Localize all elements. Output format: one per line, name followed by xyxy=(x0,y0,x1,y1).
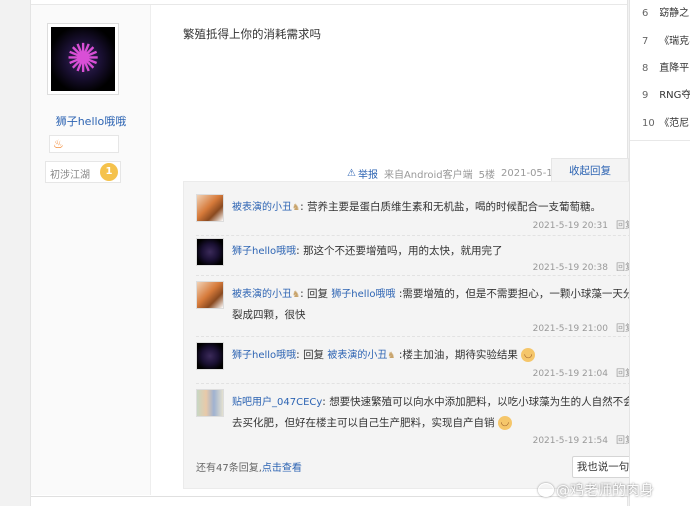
hot-topic-item[interactable]: 10 《范尼 xyxy=(642,114,689,129)
hot-topic-rank: 9 xyxy=(642,90,649,101)
sub-reply-item: 狮子hello哦哦: 那这个不还要增殖吗，用的太快，就用完了 2021-5-19… xyxy=(196,238,636,274)
reply-username[interactable]: 狮子hello哦哦 xyxy=(232,246,296,257)
level-flame-icon: ♨ xyxy=(53,137,64,151)
hot-topics-sidebar: 6 窈静之 7 《瑞克与 8 直降平 9 RNG夺 10 《范尼 xyxy=(629,0,690,506)
sub-reply-body: 狮子hello哦哦: 回复 被表演的小丑♞ :楼主加油，期待实验结果 ◡ xyxy=(232,345,634,366)
reply-text: :楼主加油，期待实验结果 xyxy=(398,349,518,361)
hot-topic-title: 窈静之 xyxy=(659,8,690,19)
member-icon: ♞ xyxy=(387,351,396,361)
warning-icon: ⚠ xyxy=(347,168,356,179)
reply-time: 2021-5-19 21:54 xyxy=(532,436,608,446)
collapse-replies-button[interactable]: 收起回复 xyxy=(551,158,629,182)
sub-reply-body: 被表演的小丑♞: 营养主要是蛋白质维生素和无机盐，喝的时候配合一支葡萄糖。 xyxy=(232,201,601,213)
avatar[interactable] xyxy=(196,342,224,370)
reply-meta: 2021-5-19 21:00 回复 xyxy=(533,321,634,334)
post-content: 繁殖抵得上你的消耗需求吗 xyxy=(183,27,321,41)
avatar[interactable] xyxy=(196,194,224,222)
divider xyxy=(196,235,636,236)
sub-reply-item: 被表演的小丑♞: 回复 狮子hello哦哦 :需要增殖的，但是不需要担心，一颗小… xyxy=(196,281,636,337)
reply-prefix: 回复 xyxy=(303,349,325,361)
sub-reply-item: 被表演的小丑♞: 营养主要是蛋白质维生素和无机盐，喝的时候配合一支葡萄糖。 20… xyxy=(196,194,636,234)
reply-time: 2021-5-19 20:38 xyxy=(532,263,608,273)
reply-username[interactable]: 被表演的小丑 xyxy=(232,202,292,213)
sub-replies-panel: 被表演的小丑♞: 营养主要是蛋白质维生素和无机盐，喝的时候配合一支葡萄糖。 20… xyxy=(183,181,645,489)
hot-topic-item[interactable]: 9 RNG夺 xyxy=(642,86,690,101)
rank-title: 初涉江湖 xyxy=(50,170,90,181)
report-link[interactable]: ⚠ 举报 xyxy=(347,166,378,181)
reply-meta: 2021-5-19 21:54 回复 xyxy=(533,433,634,446)
sub-reply-body: 被表演的小丑♞: 回复 狮子hello哦哦 :需要增殖的，但是不需要担心，一颗小… xyxy=(232,288,634,321)
smile-emoji-icon: ◡ xyxy=(497,416,512,430)
hot-topic-title: RNG夺 xyxy=(659,90,690,101)
divider xyxy=(630,140,690,141)
reply-username[interactable]: 贴吧用户_047CECy xyxy=(232,397,322,408)
sub-reply-item: 贴吧用户_047CECy: 想要快速繁殖可以向水中添加肥料，以吃小球藻为生的人自… xyxy=(196,389,636,447)
reply-target-username[interactable]: 狮子hello哦哦 xyxy=(331,289,395,300)
level-bar[interactable]: ♨ xyxy=(49,135,119,153)
watermark: @鸡老师的肉身 xyxy=(538,480,654,500)
avatar[interactable] xyxy=(196,389,224,417)
hot-topic-item[interactable]: 6 窈静之 xyxy=(642,4,689,19)
reply-text: 营养主要是蛋白质维生素和无机盐，喝的时候配合一支葡萄糖。 xyxy=(306,201,601,213)
member-icon: ♞ xyxy=(292,290,301,300)
reply-time: 2021-5-19 21:04 xyxy=(532,369,608,379)
reply-target-username[interactable]: 被表演的小丑 xyxy=(327,350,387,361)
hot-topic-rank: 7 xyxy=(642,36,649,47)
reply-prefix: 回复 xyxy=(306,288,328,300)
hot-topic-rank: 6 xyxy=(642,8,649,19)
say-something-button[interactable]: 我也说一句 xyxy=(572,456,634,478)
weibo-icon xyxy=(538,483,554,497)
more-replies-count: 还有47条回复, xyxy=(196,463,262,474)
rank-box[interactable]: 初涉江湖 1 xyxy=(45,161,121,183)
post-floor: ✺ 狮子hello哦哦 ♨ 初涉江湖 1 繁殖抵得上你的消耗需求吗 ⚠ 举报 来… xyxy=(30,0,645,506)
smile-emoji-icon: ◡ xyxy=(521,348,536,362)
divider xyxy=(196,383,636,384)
author-name-link[interactable]: 狮子hello哦哦 xyxy=(31,113,151,129)
reply-username[interactable]: 被表演的小丑 xyxy=(232,289,292,300)
author-avatar[interactable]: ✺ xyxy=(47,23,119,95)
hot-topic-item[interactable]: 8 直降平 xyxy=(642,59,689,74)
client-source: 来自Android客户端 xyxy=(383,170,473,181)
sub-reply-item: 狮子hello哦哦: 回复 被表演的小丑♞ :楼主加油，期待实验结果 ◡ 202… xyxy=(196,342,636,382)
avatar[interactable] xyxy=(196,238,224,266)
avatar-image: ✺ xyxy=(51,27,115,91)
hot-topic-title: 《瑞克与 xyxy=(659,36,690,47)
sub-reply-body: 狮子hello哦哦: 那这个不还要增殖吗，用的太快，就用完了 xyxy=(232,245,503,257)
rank-badge-icon: 1 xyxy=(100,163,118,181)
reply-meta: 2021-5-19 21:04 回复 xyxy=(533,366,634,379)
report-label: 举报 xyxy=(357,170,378,181)
reply-text: 那这个不还要增殖吗，用的太快，就用完了 xyxy=(303,245,503,257)
watermark-text: @鸡老师的肉身 xyxy=(556,483,654,499)
reply-meta: 2021-5-19 20:38 回复 xyxy=(533,260,634,273)
reply-time: 2021-5-19 20:31 xyxy=(532,221,608,231)
reply-meta: 2021-5-19 20:31 回复 xyxy=(533,218,634,231)
hot-topic-title: 《范尼 xyxy=(659,118,690,129)
member-icon: ♞ xyxy=(292,203,301,213)
divider xyxy=(196,275,636,276)
floor-number: 5楼 xyxy=(478,170,496,181)
view-more-link[interactable]: 点击查看 xyxy=(262,463,302,474)
more-replies: 还有47条回复,点击查看 xyxy=(196,459,302,474)
hot-topic-title: 直降平 xyxy=(659,63,690,74)
avatar[interactable] xyxy=(196,281,224,309)
divider xyxy=(196,336,636,337)
reply-time: 2021-5-19 21:00 xyxy=(532,324,608,334)
reply-username[interactable]: 狮子hello哦哦 xyxy=(232,350,296,361)
hot-topic-rank: 10 xyxy=(642,118,655,129)
hot-topic-rank: 8 xyxy=(642,63,649,74)
sub-reply-body: 贴吧用户_047CECy: 想要快速繁殖可以向水中添加肥料，以吃小球藻为生的人自… xyxy=(232,396,634,430)
author-column: ✺ 狮子hello哦哦 ♨ 初涉江湖 1 xyxy=(31,5,151,495)
hot-topic-item[interactable]: 7 《瑞克与 xyxy=(642,32,690,47)
